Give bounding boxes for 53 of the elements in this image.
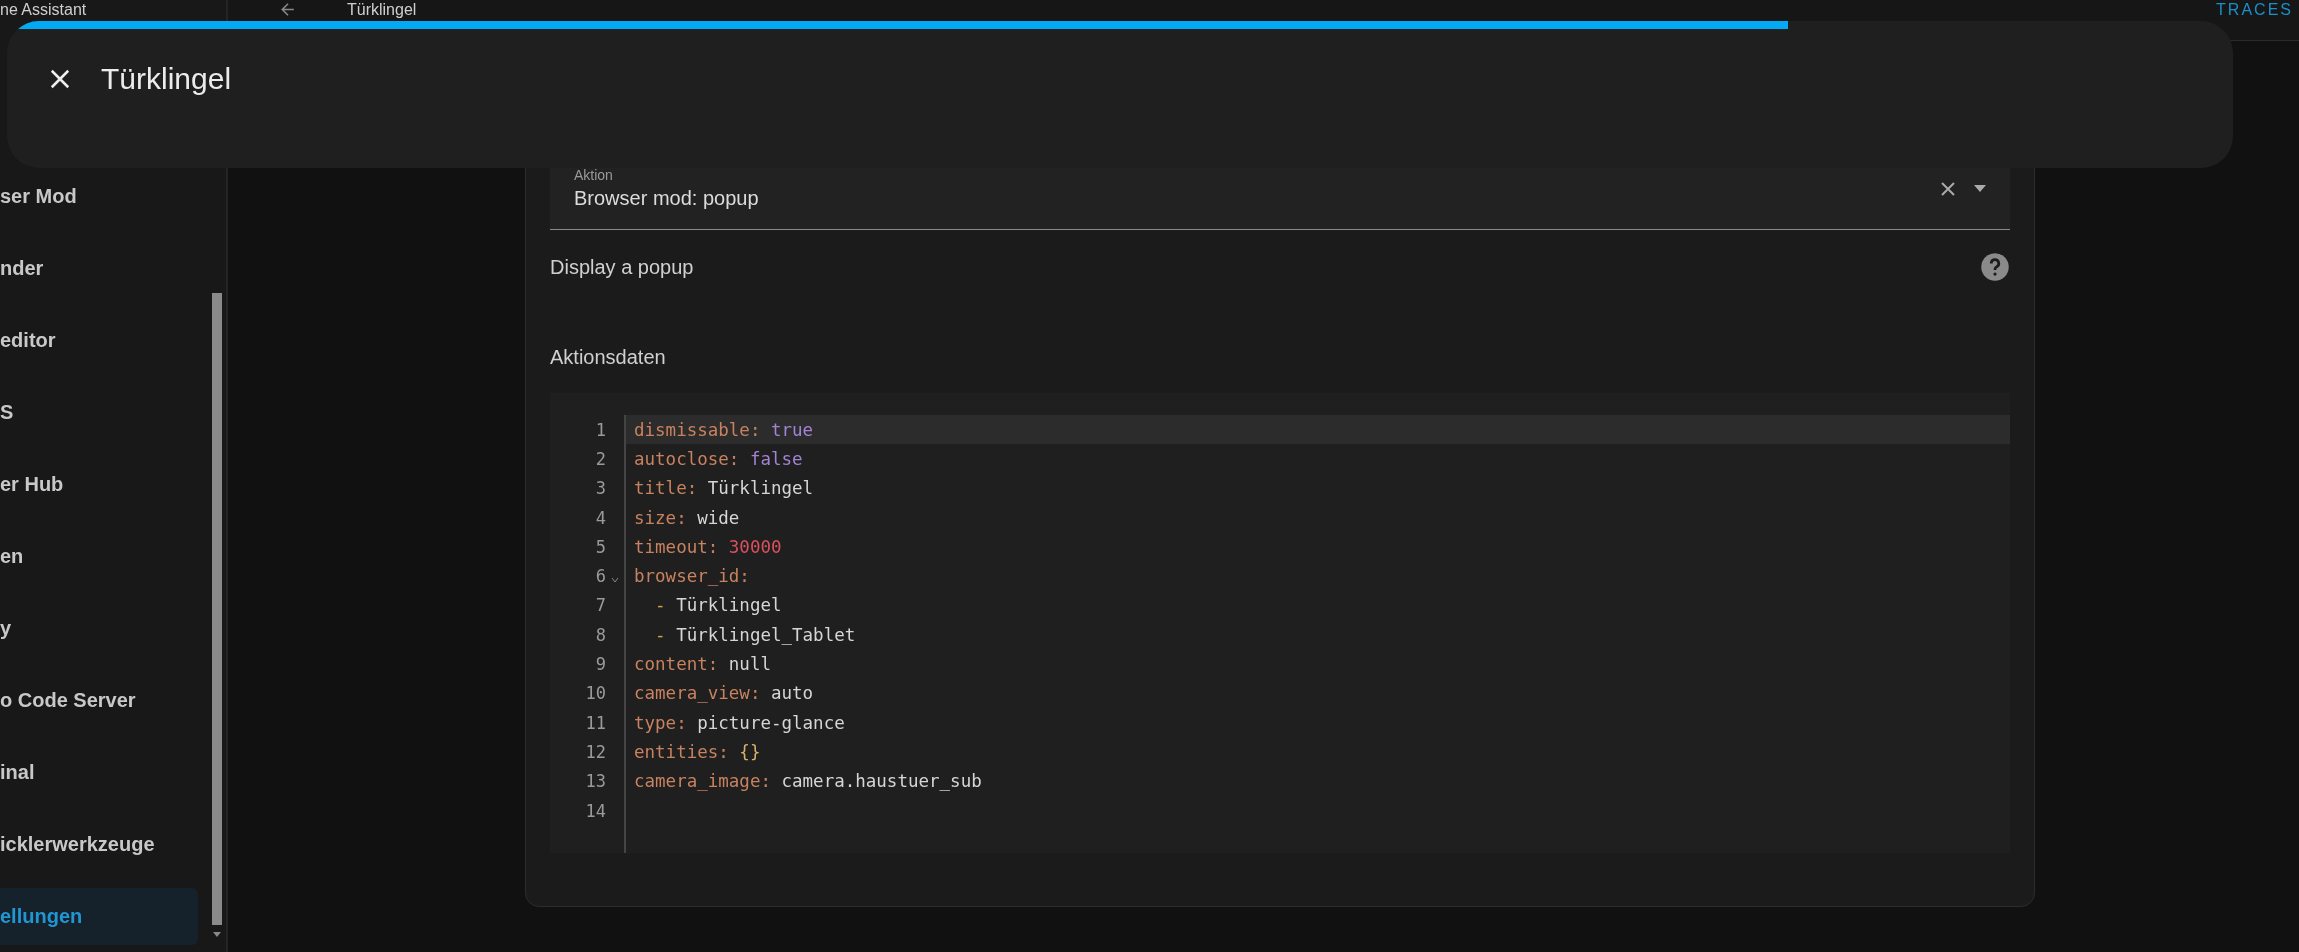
sidebar-item[interactable]: o Code Server	[0, 672, 198, 729]
app-title: ne Assistant	[0, 0, 88, 19]
code-line: autoclose: false	[633, 447, 804, 471]
line-number: 2	[595, 448, 606, 469]
code-line: entities: {}	[633, 740, 762, 764]
line-number: 14	[585, 800, 606, 821]
action-description: Display a popup	[550, 255, 694, 279]
code-line: camera_image: camera.haustuer_sub	[633, 770, 983, 794]
field-label: Aktion	[574, 167, 614, 183]
code-line: camera_view: auto	[633, 682, 815, 706]
code-line: size: wide	[633, 506, 741, 530]
line-number: 1	[595, 419, 606, 440]
line-number: 6	[595, 566, 606, 587]
sidebar-item[interactable]: icklerwerkzeuge	[0, 816, 198, 873]
dropdown-caret-icon[interactable]	[1974, 185, 1986, 192]
back-arrow-icon[interactable]	[278, 0, 297, 19]
field-value: Browser mod: popup	[574, 187, 760, 210]
sidebar-item[interactable]: inal	[0, 744, 198, 801]
line-number: 5	[595, 536, 606, 557]
close-icon[interactable]	[49, 68, 71, 90]
sidebar-item[interactable]: ser Mod	[0, 168, 198, 225]
line-number: 11	[585, 712, 606, 733]
sidebar-item[interactable]: y	[0, 600, 198, 657]
sidebar-item[interactable]: er Hub	[0, 456, 198, 513]
line-number: 9	[595, 654, 606, 674]
sidebar-item[interactable]: ellungen	[0, 888, 198, 945]
line-number: 4	[595, 507, 606, 528]
sidebar-item[interactable]: en	[0, 528, 198, 585]
code-line: content: null	[633, 653, 772, 676]
sidebar-item[interactable]: nder	[0, 240, 198, 297]
sidebar-item[interactable]: editor	[0, 312, 198, 369]
line-number: 8	[595, 624, 606, 645]
fold-icon[interactable]	[611, 577, 619, 584]
sidebar-item[interactable]: S	[0, 384, 198, 441]
line-number: 7	[595, 595, 606, 616]
page-title: Türklingel	[347, 0, 417, 19]
popup-title: Türklingel	[101, 62, 232, 96]
code-line: browser_id:	[633, 565, 751, 589]
line-number: 10	[585, 683, 606, 704]
line-number: 13	[585, 771, 606, 792]
code-line: title: Türklingel	[633, 477, 815, 501]
scrollbar[interactable]	[212, 293, 222, 925]
code-line: - Türklingel_Tablet	[654, 623, 857, 647]
line-number: 3	[595, 478, 606, 499]
line-number: 12	[585, 741, 606, 762]
section-label: Aktionsdaten	[550, 346, 667, 369]
code-line: timeout: 30000	[633, 535, 783, 559]
scroll-down-icon[interactable]	[213, 932, 221, 937]
code-line: - Türklingel	[654, 594, 783, 618]
clear-icon[interactable]	[1940, 180, 1956, 197]
help-icon[interactable]	[1980, 252, 2010, 282]
code-line: type: picture-glance	[633, 711, 846, 735]
traces-link[interactable]: TRACES	[2216, 0, 2299, 19]
